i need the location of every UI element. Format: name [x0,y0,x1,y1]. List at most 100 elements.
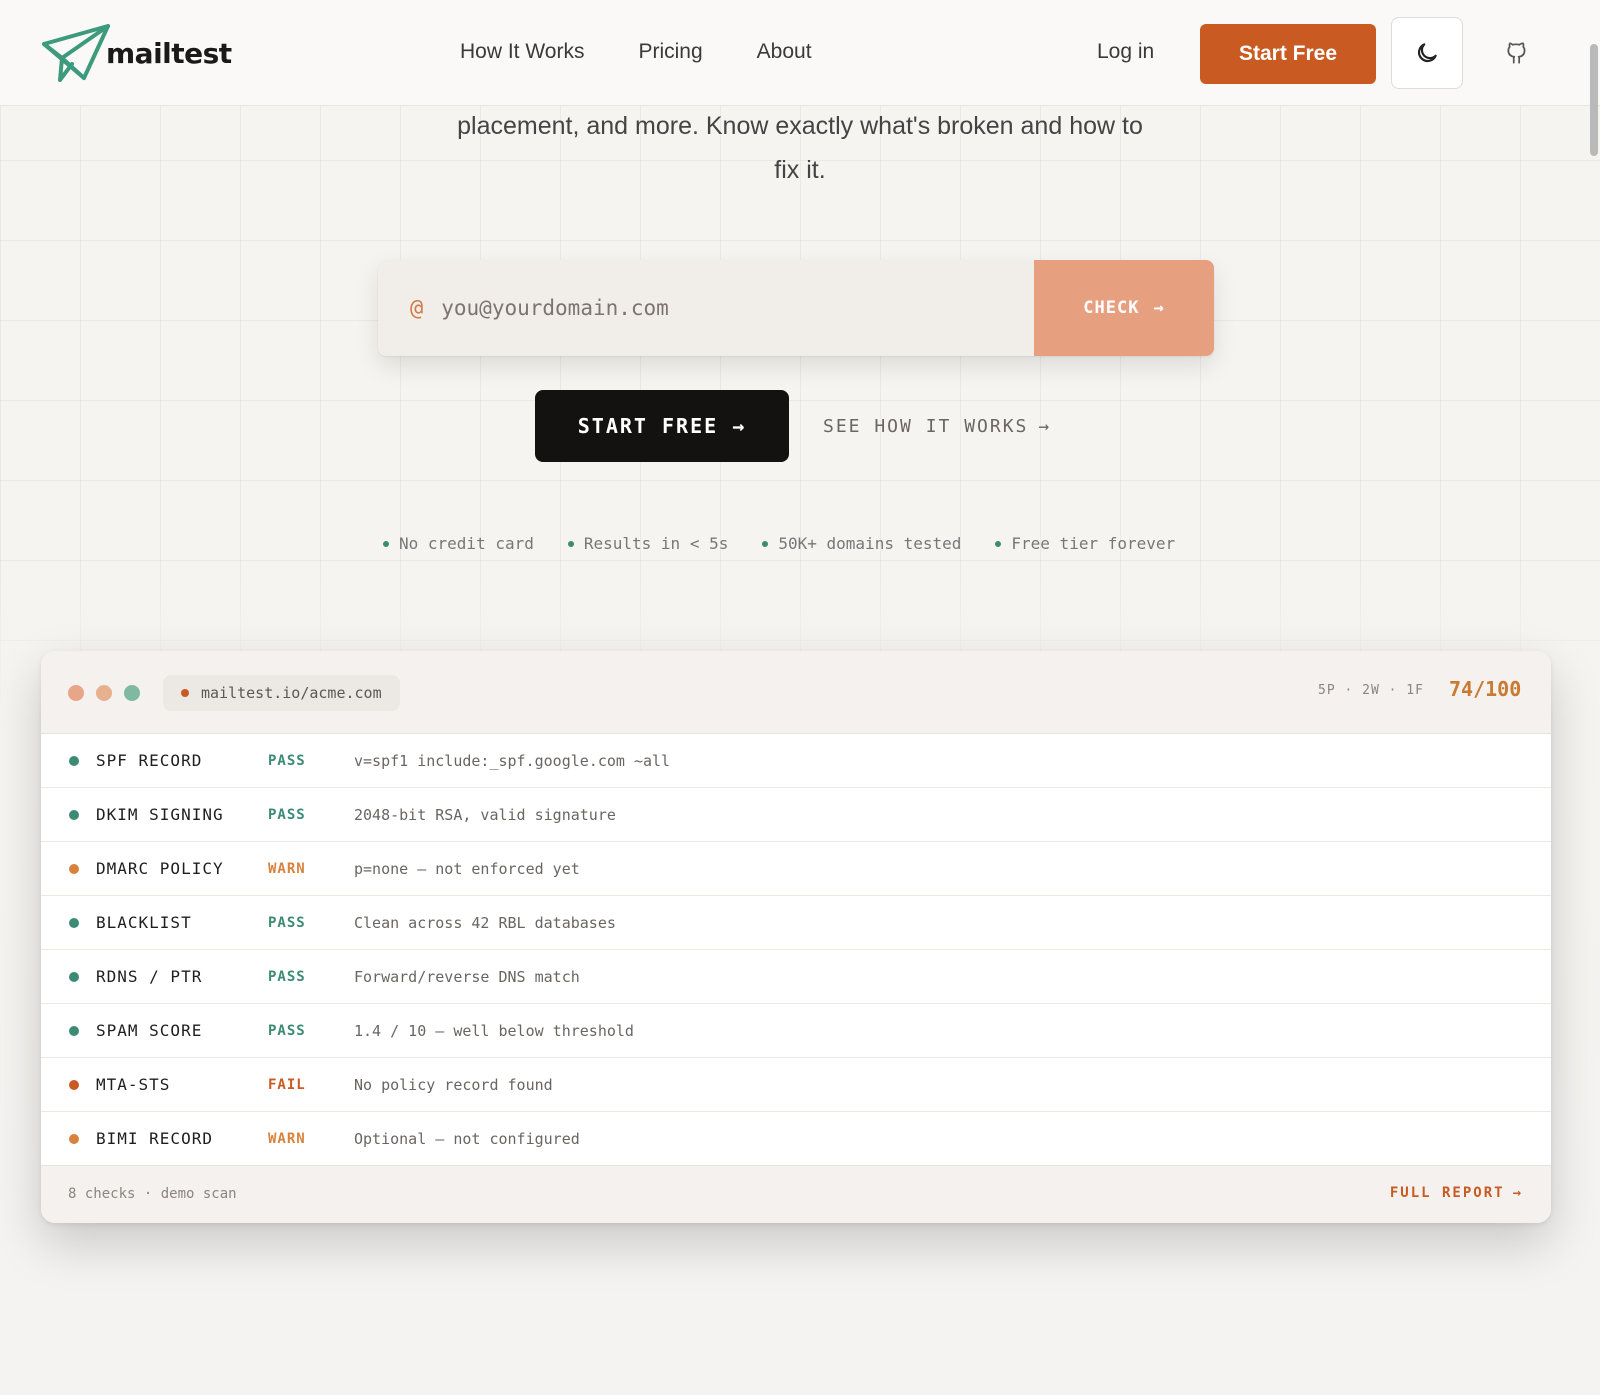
check-name: DMARC POLICY [96,859,224,878]
bullet-dot-icon [995,540,1002,547]
check-detail: 2048-bit RSA, valid signature [354,805,616,824]
check-label: CHECK [1083,298,1140,318]
logo-text: mailtest [106,36,232,70]
checks-list: SPF RECORD PASS v=spf1 include:_spf.google… [41,734,1551,1166]
check-detail: p=none — not enforced yet [354,859,580,878]
perk-label: 50K+ domains tested [778,534,962,553]
check-detail: No policy record found [354,1075,553,1094]
check-status: PASS [268,1022,306,1039]
check-status: WARN [268,860,306,877]
moon-icon [1417,43,1437,63]
perks-list: No credit card Results in < 5s 50K+ doma… [383,534,1175,553]
check-row: MTA-STS FAIL No policy record found [41,1058,1551,1112]
check-status: FAIL [268,1076,306,1093]
check-detail: Forward/reverse DNS match [354,967,580,986]
full-report-label: FULL REPORT [1389,1185,1505,1201]
status-dot-icon [69,1079,79,1090]
report-url: mailtest.io/acme.com [201,684,382,702]
bullet-dot-icon [567,540,574,547]
start-free-main-button[interactable]: START FREE → [535,390,789,462]
window-close-dot-icon [68,685,84,701]
arrow-right-icon: → [1038,415,1052,437]
main-nav: How It Works Pricing About [460,40,812,64]
status-dot-icon [69,809,79,820]
result-counts: 5P · 2W · 1F [1318,683,1424,698]
report-window: mailtest.io/acme.com 5P · 2W · 1F 74/100… [41,651,1551,1223]
check-status: PASS [268,968,306,985]
perk-item: No credit card [383,534,534,553]
check-name: BIMI RECORD [96,1129,213,1148]
perk-item: Free tier forever [995,534,1175,553]
check-row: DKIM SIGNING PASS 2048-bit RSA, valid sign… [41,788,1551,842]
email-check-form: @ you@yourdomain.com CHECK → [378,260,1214,356]
perk-label: Free tier forever [1011,534,1176,553]
check-button[interactable]: CHECK → [1034,260,1214,356]
start-free-button[interactable]: Start Free [1200,24,1376,84]
check-name: BLACKLIST [96,913,192,932]
scrollbar[interactable] [1590,44,1598,156]
check-status: WARN [268,1130,306,1147]
checks-summary: 8 checks · demo scan [68,1186,237,1202]
check-row: SPAM SCORE PASS 1.4 / 10 — well below thre… [41,1004,1551,1058]
report-footer: 8 checks · demo scan FULL REPORT → [41,1165,1551,1223]
check-row: RDNS / PTR PASS Forward/reverse DNS match [41,950,1551,1004]
status-dot-icon [181,689,189,697]
check-detail: Optional — not configured [354,1129,580,1148]
nav-how-it-works[interactable]: How It Works [460,40,584,64]
perk-item: Results in < 5s [567,534,729,553]
see-how-label: SEE HOW IT WORKS [823,415,1029,437]
paper-plane-logo-icon [42,24,110,82]
report-titlebar: mailtest.io/acme.com 5P · 2W · 1F 74/100 [41,651,1551,734]
status-dot-icon [69,971,79,982]
hero-subtitle: placement, and more. Know exactly what's… [400,104,1200,192]
theme-toggle-button[interactable] [1391,17,1463,89]
logo[interactable]: mailtest [40,22,232,84]
check-status: PASS [268,752,306,769]
check-detail: 1.4 / 10 — well below threshold [354,1021,634,1040]
check-row: BIMI RECORD WARN Optional — not configured [41,1112,1551,1166]
nav-pricing[interactable]: Pricing [638,40,702,64]
perk-item: 50K+ domains tested [762,534,961,553]
login-link[interactable]: Log in [1097,40,1154,64]
at-icon: @ [410,295,424,321]
check-row: DMARC POLICY WARN p=none — not enforced ye… [41,842,1551,896]
check-detail: Clean across 42 RBL databases [354,913,616,932]
status-dot-icon [69,917,79,928]
status-dot-icon [69,755,79,766]
start-free-main-label: START FREE [577,414,719,438]
check-name: SPAM SCORE [96,1021,203,1040]
arrow-right-icon: → [1512,1185,1523,1201]
bullet-dot-icon [383,540,389,547]
email-placeholder: you@yourdomain.com [441,296,669,320]
check-name: MTA-STS [96,1075,171,1094]
window-minimize-dot-icon [96,685,112,701]
check-row: BLACKLIST PASS Clean across 42 RBL databas… [41,896,1551,950]
perk-label: No credit card [399,534,534,553]
perk-label: Results in < 5s [583,534,729,553]
see-how-it-works-link[interactable]: SEE HOW IT WORKS → [823,416,1051,437]
hero-subtitle-line1: placement, and more. Know exactly what's… [457,112,1143,140]
cta-row: START FREE → SEE HOW IT WORKS → [535,390,1051,462]
site-header: mailtest How It Works Pricing About Log … [0,0,1600,106]
arrow-right-icon: → [1153,298,1165,318]
status-dot-icon [69,863,79,874]
check-detail: v=spf1 include:_spf.google.com ~all [354,751,671,770]
score-badge: 74/100 [1449,677,1522,701]
nav-about[interactable]: About [757,40,812,64]
arrow-right-icon: → [732,414,747,438]
report-url-bar: mailtest.io/acme.com [163,675,400,711]
check-name: DKIM SIGNING [96,805,224,824]
check-status: PASS [268,806,306,823]
email-input[interactable]: @ you@yourdomain.com [378,260,1034,356]
github-link[interactable] [1502,38,1532,68]
full-report-link[interactable]: FULL REPORT → [1390,1185,1523,1201]
check-name: SPF RECORD [96,751,203,770]
hero-subtitle-line2: fix it. [774,156,826,184]
github-icon [1507,42,1526,64]
check-name: RDNS / PTR [96,967,203,986]
check-status: PASS [268,914,306,931]
window-maximize-dot-icon [124,685,140,701]
status-dot-icon [69,1025,79,1036]
check-row: SPF RECORD PASS v=spf1 include:_spf.google… [41,734,1551,788]
bullet-dot-icon [762,540,769,547]
